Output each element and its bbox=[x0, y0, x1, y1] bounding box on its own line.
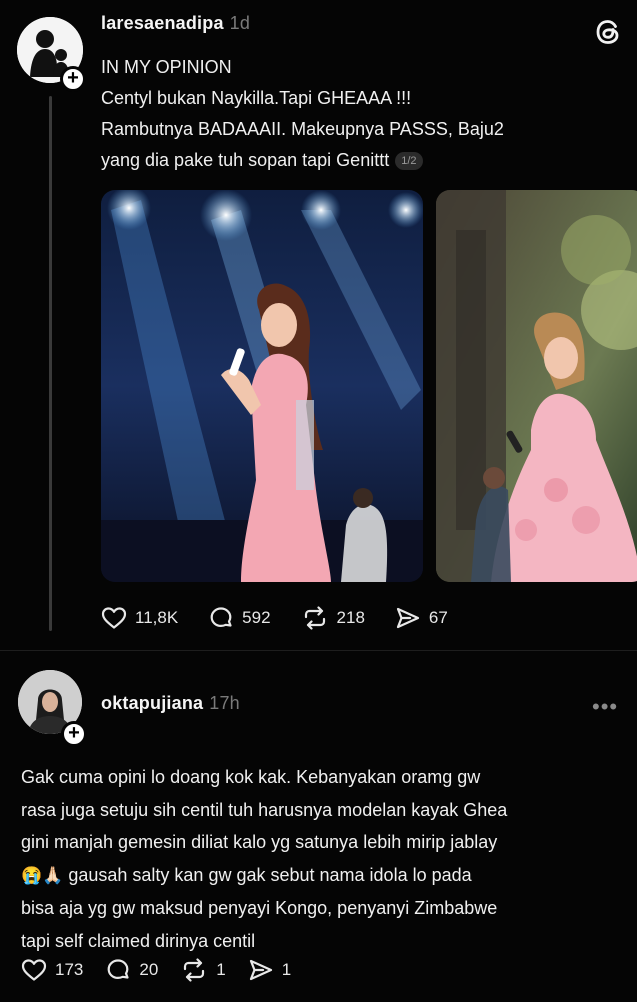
follow-plus-icon[interactable]: + bbox=[61, 721, 87, 747]
page-indicator: 1/2 bbox=[395, 152, 423, 171]
post-time: 1d bbox=[229, 13, 251, 33]
repost-button[interactable]: 1 bbox=[180, 958, 226, 982]
like-button[interactable]: 173 bbox=[21, 958, 83, 982]
emoji: 😭🙏🏻 bbox=[21, 865, 64, 885]
like-button[interactable]: 11,8K bbox=[101, 606, 178, 630]
share-button[interactable]: 1 bbox=[248, 958, 291, 982]
post-text: IN MY OPINION Centyl bukan Naykilla.Tapi… bbox=[101, 52, 621, 176]
post-line: Rambutnya BADAAAII. Makeupnya PASSS, Baj… bbox=[101, 119, 504, 139]
post-line: IN MY OPINION bbox=[101, 57, 232, 77]
heart-icon bbox=[101, 607, 127, 629]
share-button[interactable]: 67 bbox=[395, 606, 448, 630]
post-line: Centyl bukan Naykilla.Tapi GHEAAA !!! bbox=[101, 88, 412, 108]
repost-icon bbox=[184, 958, 205, 982]
like-count: 173 bbox=[55, 960, 84, 979]
comment-bubble-icon bbox=[210, 607, 232, 627]
username[interactable]: oktapujiana bbox=[101, 693, 203, 713]
comment-button[interactable]: 592 bbox=[208, 606, 271, 630]
share-count: 67 bbox=[428, 608, 448, 627]
like-count: 11,8K bbox=[135, 608, 179, 627]
post-actions: 11,8K 592 218 67 bbox=[101, 606, 478, 630]
repost-icon bbox=[304, 606, 325, 630]
follow-plus-icon[interactable]: + bbox=[60, 66, 86, 92]
reply-line: gausah salty kan gw gak sebut nama idola… bbox=[68, 864, 472, 885]
reply-line: Gak cuma opini lo doang kok kak. Kebanya… bbox=[21, 767, 481, 787]
repost-button[interactable]: 218 bbox=[301, 606, 365, 630]
divider bbox=[0, 650, 637, 651]
send-icon bbox=[396, 607, 420, 629]
thread-line bbox=[49, 96, 52, 631]
comment-button[interactable]: 20 bbox=[105, 958, 158, 982]
reply-line: rasa juga setuju sih centil tuh harusnya… bbox=[21, 799, 508, 820]
comment-count: 592 bbox=[242, 608, 271, 627]
reply-actions: 173 20 1 1 bbox=[21, 958, 313, 982]
reply-time: 17h bbox=[209, 693, 240, 713]
more-dots-icon[interactable]: ••• bbox=[592, 696, 618, 718]
share-count: 1 bbox=[281, 960, 292, 979]
comment-bubble-icon bbox=[107, 959, 129, 979]
post-author[interactable]: laresaenadipa 1d bbox=[101, 13, 250, 34]
heart-icon bbox=[21, 959, 47, 981]
photo-outdoor-stage bbox=[436, 190, 637, 582]
post-line: yang dia pake tuh sopan tapi Genittt bbox=[101, 150, 390, 170]
main-post: + laresaenadipa 1d IN MY OPINION Centyl b… bbox=[0, 0, 637, 650]
reply-line: tapi self claimed dirinya centil bbox=[21, 930, 256, 951]
reply-line: gini manjah gemesin diliat kalo yg satun… bbox=[21, 832, 498, 852]
comment-count: 20 bbox=[139, 960, 159, 979]
repost-count: 218 bbox=[336, 608, 365, 627]
username[interactable]: laresaenadipa bbox=[101, 13, 224, 33]
repost-count: 1 bbox=[216, 960, 226, 979]
threads-logo-icon[interactable] bbox=[592, 16, 624, 48]
concert-photo-1[interactable] bbox=[101, 190, 423, 582]
reply-author[interactable]: oktapujiana 17h bbox=[101, 693, 240, 714]
reply-text: Gak cuma opini lo doang kok kak. Kebanya… bbox=[21, 761, 621, 957]
send-icon bbox=[249, 959, 272, 981]
photo-concert-stage bbox=[101, 190, 423, 582]
concert-photo-2[interactable] bbox=[436, 190, 637, 582]
reply-line: bisa aja yg gw maksud penyayi Kongo, pen… bbox=[21, 898, 498, 918]
